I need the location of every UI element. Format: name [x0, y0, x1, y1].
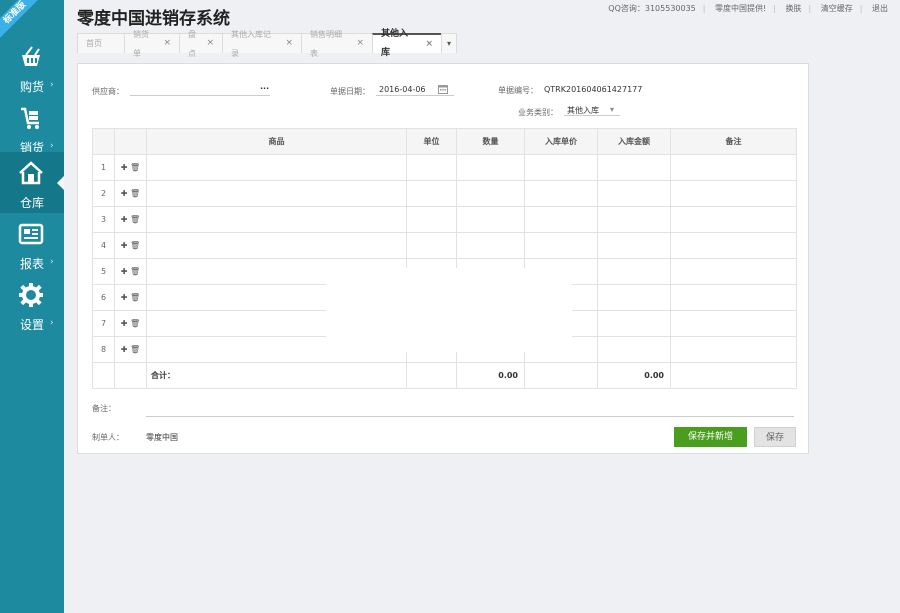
tab-inbound-records[interactable]: 其他入库记录 × — [222, 30, 302, 58]
col-unit: 单位 — [406, 128, 457, 155]
maker-value: 零度中国 — [146, 433, 178, 442]
save-and-new-button[interactable]: 保存并新增 — [674, 427, 747, 447]
tab-sales-order[interactable]: 销货单 × — [124, 30, 180, 58]
report-icon — [18, 223, 44, 245]
tab-stocktake[interactable]: 盘点 × — [179, 30, 223, 58]
row-actions[interactable]: ✚ 🗑 — [114, 180, 147, 207]
remark-input[interactable] — [146, 403, 794, 417]
chevron-right-icon: › — [50, 141, 54, 151]
total-amount: 0.00 — [597, 362, 671, 389]
maker-label: 制单人： — [92, 433, 124, 442]
date-value: 2016-04-06 — [379, 85, 426, 94]
sidebar-item-settings[interactable]: 设置 › — [0, 274, 64, 335]
cart-icon — [21, 107, 39, 129]
clear-cache-link[interactable]: 清空缓存 — [821, 4, 853, 13]
table-row: 4 ✚ 🗑 — [92, 232, 797, 259]
col-unit-price: 入库单价 — [524, 128, 598, 155]
sidebar-item-sales[interactable]: 销货 › — [0, 97, 64, 158]
row-actions[interactable]: ✚ 🗑 — [114, 284, 147, 311]
row-actions[interactable]: ✚ 🗑 — [114, 232, 147, 259]
blank-overlay — [326, 268, 572, 352]
close-icon[interactable]: × — [285, 34, 293, 53]
total-label: 合计： — [146, 362, 407, 389]
biztype-label: 业务类别： — [518, 108, 558, 117]
calendar-icon[interactable] — [438, 84, 448, 94]
sidebar-item-warehouse[interactable]: 仓库 — [0, 152, 64, 213]
docno-value: QTRK201604061427177 — [544, 85, 643, 94]
docno-label: 单据编号： — [498, 86, 538, 95]
table-row: 2 ✚ 🗑 — [92, 180, 797, 207]
row-actions[interactable]: ✚ 🗑 — [114, 206, 147, 233]
app-title: 零度中国进销存系统 — [77, 9, 230, 29]
gear-icon — [19, 283, 43, 307]
save-button[interactable]: 保存 — [754, 427, 796, 447]
basket-icon — [22, 46, 40, 66]
chevron-down-icon: ▾ — [610, 105, 615, 114]
chevron-right-icon: › — [50, 318, 54, 328]
sidebar-item-label: 仓库 — [19, 196, 44, 210]
edition-ribbon: 标准版 — [0, 0, 42, 40]
tab-other-inbound[interactable]: 其他入库 × — [372, 29, 442, 58]
qq-contact: QQ咨询：3105530035 — [608, 4, 696, 13]
sidebar-item-label: 设置 — [19, 318, 44, 332]
row-actions[interactable]: ✚ 🗑 — [114, 336, 147, 363]
row-actions[interactable]: ✚ 🗑 — [114, 310, 147, 337]
chevron-right-icon: › — [50, 80, 54, 90]
close-icon[interactable]: × — [356, 34, 364, 53]
supplier-label: 供应商： — [92, 87, 124, 96]
table-header-row: 商品 单位 数量 入库单价 入库金额 备注 — [92, 128, 797, 155]
col-product: 商品 — [146, 128, 407, 155]
house-icon — [19, 161, 43, 185]
chevron-right-icon: › — [50, 257, 54, 267]
skin-link[interactable]: 换肤 — [786, 4, 802, 13]
supplier-input[interactable] — [130, 82, 270, 96]
col-remark: 备注 — [670, 128, 797, 155]
row-actions[interactable]: ✚ 🗑 — [114, 154, 147, 181]
active-caret — [57, 176, 64, 190]
table-row: 3 ✚ 🗑 — [92, 206, 797, 233]
close-icon[interactable]: × — [163, 34, 171, 53]
col-qty: 数量 — [456, 128, 525, 155]
remark-label: 备注： — [92, 404, 116, 413]
tab-more-dropdown[interactable]: ▾ — [441, 33, 457, 53]
close-icon[interactable]: × — [425, 35, 433, 54]
tab-bar: 首页 销货单 × 盘点 × 其他入库记录 × 销售明细表 × 其他入库 × ▾ — [77, 29, 457, 58]
top-nav: QQ咨询：3105530035 | 零度中国提供! | 换肤 | 清空缓存 | 退出 — [608, 4, 888, 13]
col-amount: 入库金额 — [597, 128, 671, 155]
sidebar-item-label: 报表 — [19, 257, 44, 271]
biztype-value: 其他入库 — [567, 106, 599, 115]
sidebar: 标准版 购货 › 销货 › 仓库 报表 › 设置 › — [0, 0, 64, 613]
sidebar-item-label: 购货 — [19, 80, 44, 94]
date-label: 单据日期： — [330, 87, 370, 96]
tab-home[interactable]: 首页 — [77, 33, 125, 53]
sidebar-item-reports[interactable]: 报表 › — [0, 213, 64, 274]
total-qty: 0.00 — [456, 362, 525, 389]
tab-sales-detail[interactable]: 销售明细表 × — [301, 30, 373, 58]
logout-link[interactable]: 退出 — [872, 4, 888, 13]
close-icon[interactable]: × — [206, 34, 214, 53]
supplier-more-button[interactable]: ··· — [260, 84, 269, 93]
sidebar-item-purchase[interactable]: 购货 › — [0, 36, 64, 97]
provider-link[interactable]: 零度中国提供! — [715, 4, 766, 13]
row-actions[interactable]: ✚ 🗑 — [114, 258, 147, 285]
inbound-form-panel: 供应商： ··· 单据日期： 2016-04-06 单据编号： QTRK2016… — [77, 63, 809, 454]
table-row: 1 ✚ 🗑 — [92, 154, 797, 181]
table-total-row: 合计： 0.00 0.00 — [92, 362, 797, 389]
